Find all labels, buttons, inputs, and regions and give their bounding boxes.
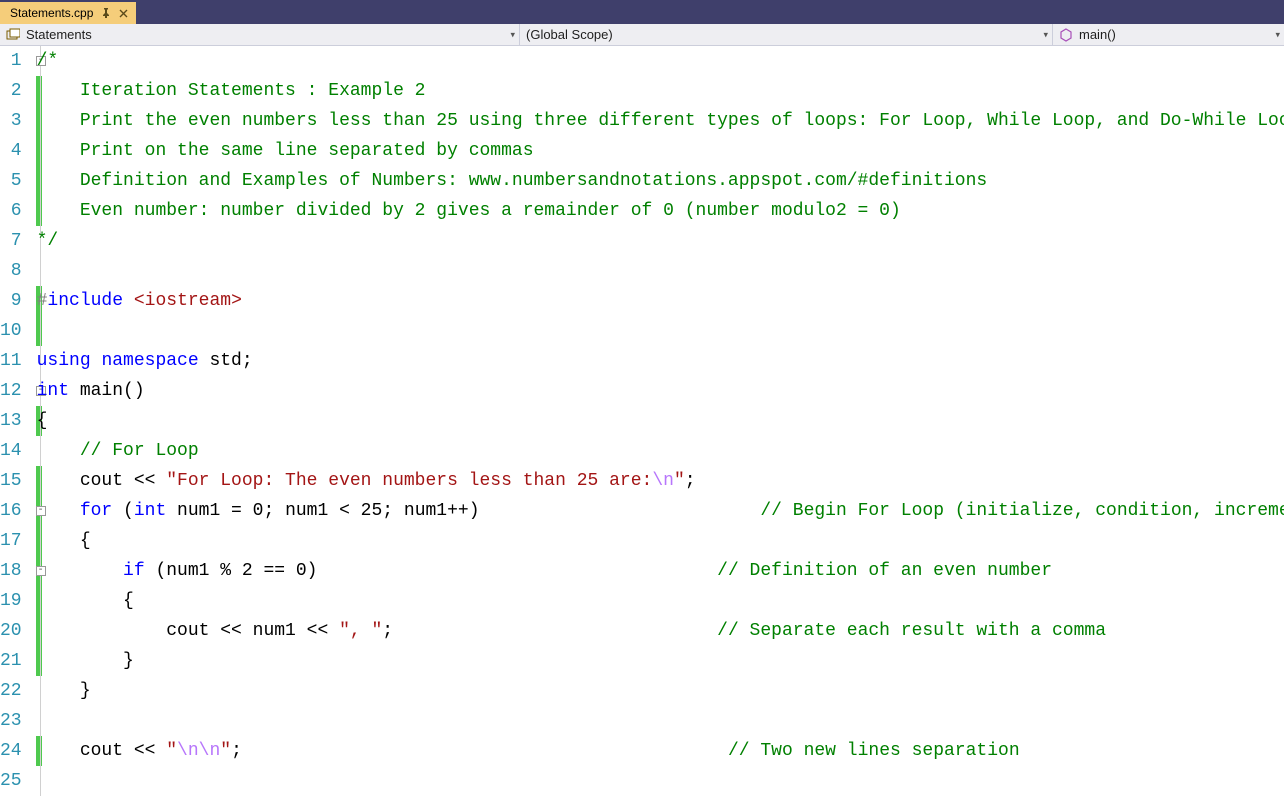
line-number: 25 <box>0 766 26 796</box>
code-line[interactable]: Print on the same line separated by comm… <box>37 136 1284 166</box>
line-number: 6 <box>0 196 26 226</box>
code-line[interactable] <box>37 766 1284 796</box>
chevron-down-icon: ▾ <box>1043 29 1048 40</box>
code-line[interactable]: /* <box>37 46 1284 76</box>
code-line[interactable]: using namespace std; <box>37 346 1284 376</box>
code-line[interactable]: } <box>37 676 1284 706</box>
line-number: 20 <box>0 616 26 646</box>
scope-selector-label: (Global Scope) <box>526 27 613 42</box>
code-line[interactable]: { <box>37 526 1284 556</box>
line-number: 14 <box>0 436 26 466</box>
code-line[interactable]: int main() <box>37 376 1284 406</box>
document-tab[interactable]: Statements.cpp <box>0 2 136 24</box>
code-line[interactable]: { <box>37 586 1284 616</box>
code-line[interactable]: #include <iostream> <box>37 286 1284 316</box>
pin-icon[interactable] <box>101 8 111 18</box>
navigation-bar: Statements ▾ (Global Scope) ▾ main() ▾ <box>0 24 1284 46</box>
class-icon <box>6 28 20 42</box>
code-line[interactable]: Definition and Examples of Numbers: www.… <box>37 166 1284 196</box>
class-selector[interactable]: Statements ▾ <box>0 24 520 45</box>
code-line[interactable]: cout << "\n\n"; // Two new lines separat… <box>37 736 1284 766</box>
code-line[interactable]: if (num1 % 2 == 0) // Definition of an e… <box>37 556 1284 586</box>
line-number: 15 <box>0 466 26 496</box>
line-number: 13 <box>0 406 26 436</box>
line-number: 22 <box>0 676 26 706</box>
code-line[interactable]: */ <box>37 226 1284 256</box>
line-number: 1 <box>0 46 26 76</box>
line-number: 18 <box>0 556 26 586</box>
code-line[interactable]: cout << "For Loop: The even numbers less… <box>37 466 1284 496</box>
scope-selector[interactable]: (Global Scope) ▾ <box>520 24 1053 45</box>
class-selector-label: Statements <box>26 27 92 42</box>
line-number: 7 <box>0 226 26 256</box>
member-selector[interactable]: main() ▾ <box>1053 24 1284 45</box>
member-selector-label: main() <box>1079 27 1116 42</box>
code-content[interactable]: /* Iteration Statements : Example 2 Prin… <box>37 46 1284 810</box>
line-number: 19 <box>0 586 26 616</box>
code-line[interactable]: } <box>37 646 1284 676</box>
line-number: 17 <box>0 526 26 556</box>
code-line[interactable]: cout << num1 << ", "; // Separate each r… <box>37 616 1284 646</box>
line-number: 5 <box>0 166 26 196</box>
code-line[interactable]: { <box>37 406 1284 436</box>
code-line[interactable] <box>37 316 1284 346</box>
chevron-down-icon: ▾ <box>510 29 515 40</box>
code-line[interactable] <box>37 256 1284 286</box>
line-number-gutter: 1234567891011121314151617181920212223242… <box>0 46 36 810</box>
tab-title: Statements.cpp <box>10 6 93 20</box>
code-line[interactable]: for (int num1 = 0; num1 < 25; num1++) //… <box>37 496 1284 526</box>
code-line[interactable]: Iteration Statements : Example 2 <box>37 76 1284 106</box>
line-number: 21 <box>0 646 26 676</box>
line-number: 2 <box>0 76 26 106</box>
line-number: 24 <box>0 736 26 766</box>
code-line[interactable]: // For Loop <box>37 436 1284 466</box>
code-editor[interactable]: 1234567891011121314151617181920212223242… <box>0 46 1284 810</box>
chevron-down-icon: ▾ <box>1275 29 1280 40</box>
code-line[interactable]: Even number: number divided by 2 gives a… <box>37 196 1284 226</box>
code-line[interactable]: Print the even numbers less than 25 usin… <box>37 106 1284 136</box>
line-number: 4 <box>0 136 26 166</box>
method-icon <box>1059 28 1073 42</box>
tab-strip: Statements.cpp <box>0 0 1284 24</box>
line-number: 9 <box>0 286 26 316</box>
line-number: 12 <box>0 376 26 406</box>
code-line[interactable] <box>37 706 1284 736</box>
line-number: 11 <box>0 346 26 376</box>
close-icon[interactable] <box>119 9 128 18</box>
line-number: 3 <box>0 106 26 136</box>
line-number: 23 <box>0 706 26 736</box>
line-number: 10 <box>0 316 26 346</box>
line-number: 8 <box>0 256 26 286</box>
line-number: 16 <box>0 496 26 526</box>
